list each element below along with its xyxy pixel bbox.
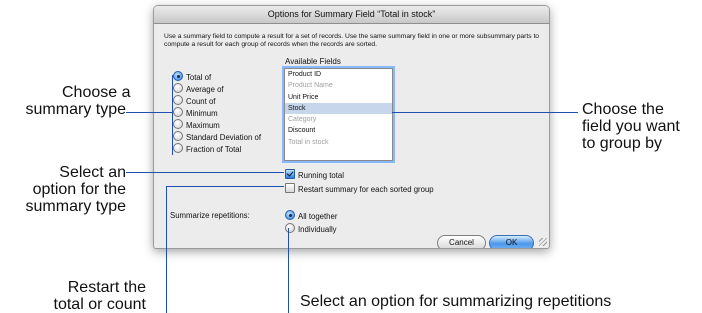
- field-total-in-stock: Total in stock: [288, 138, 329, 146]
- callout-line-2: option for the: [32, 181, 126, 198]
- radio-label: Average of: [186, 85, 224, 94]
- radio-label: Minimum: [186, 109, 218, 118]
- leader-repetitions: [288, 228, 289, 313]
- radio-icon: [173, 131, 183, 141]
- radio-label: Total of: [186, 73, 212, 82]
- field-stock[interactable]: Stock: [285, 102, 392, 115]
- radio-selected-icon: [173, 71, 183, 81]
- field-category: Category: [288, 116, 317, 124]
- leader-field: [392, 112, 578, 113]
- restart-summary-checkbox[interactable]: Restart summary for each sorted group: [285, 183, 434, 194]
- bracket-summary-type: [172, 75, 173, 155]
- summary-options-dialog: Options for Summary Field “Total in stoc…: [153, 5, 550, 249]
- radio-label: Individually: [298, 225, 337, 234]
- callout-line-1: Restart the: [67, 279, 146, 296]
- radio-icon: [173, 107, 183, 117]
- dialog-title: Options for Summary Field “Total in stoc…: [154, 6, 549, 24]
- leader-summary-type: [126, 112, 172, 113]
- leader-option: [126, 172, 284, 173]
- callout-line-2: summary type: [25, 101, 126, 118]
- radio-label: Fraction of Total: [186, 145, 242, 154]
- callout-line-1: Choose a: [62, 84, 131, 101]
- callout-repetitions: Select an option for summarizing repetit…: [300, 293, 612, 310]
- leader-restart-vertical: [166, 186, 167, 313]
- checkbox-label: Restart summary for each sorted group: [298, 185, 434, 194]
- ok-button[interactable]: OK: [489, 235, 534, 248]
- checkbox-checked-icon: [285, 169, 295, 179]
- leader-restart-horizontal: [166, 186, 284, 187]
- radio-icon: [173, 143, 183, 153]
- summarize-repetitions-label: Summarize repetitions:: [170, 211, 250, 220]
- field-discount[interactable]: Discount: [285, 125, 392, 136]
- radio-icon: [173, 119, 183, 129]
- field-product-id[interactable]: Product ID: [285, 69, 392, 80]
- field-unit-price[interactable]: Unit Price: [285, 92, 392, 103]
- dialog-description: Use a summary field to compute a result …: [164, 33, 540, 48]
- radio-icon: [173, 83, 183, 93]
- callout-restart: Restart the total or count: [20, 279, 147, 313]
- radio-total-of[interactable]: Total of: [173, 71, 211, 82]
- callout-line-2: total or count: [53, 296, 147, 313]
- checkbox-label: Running total: [298, 171, 344, 180]
- field-product-name: Product Name: [288, 82, 333, 90]
- radio-icon: [285, 223, 295, 233]
- radio-all-together[interactable]: All together: [285, 210, 337, 221]
- callout-summary-type-2: summary type: [14, 101, 126, 118]
- radio-standard-deviation[interactable]: Standard Deviation of: [173, 131, 261, 142]
- checkbox-icon: [285, 183, 295, 193]
- available-fields-label: Available Fields: [285, 57, 341, 66]
- callout-summary-type: Choose a: [62, 84, 131, 101]
- radio-minimum[interactable]: Minimum: [173, 107, 218, 118]
- radio-label: All together: [298, 212, 338, 221]
- radio-average-of[interactable]: Average of: [173, 83, 224, 94]
- resize-grip-icon[interactable]: [539, 238, 547, 246]
- callout-field: Choose the field you want to group by: [582, 101, 680, 152]
- radio-label: Maximum: [186, 121, 220, 130]
- callout-line-1: Choose the: [582, 101, 664, 118]
- radio-label: Standard Deviation of: [186, 133, 261, 142]
- radio-icon: [173, 95, 183, 105]
- callout-line-3: summary type: [25, 198, 126, 215]
- radio-count-of[interactable]: Count of: [173, 95, 215, 106]
- callout-option: Select an option for the summary type: [10, 164, 126, 215]
- radio-fraction-of-total[interactable]: Fraction of Total: [173, 143, 241, 154]
- radio-maximum[interactable]: Maximum: [173, 119, 220, 130]
- radio-individually[interactable]: Individually: [285, 223, 337, 234]
- callout-line-3: to group by: [582, 135, 663, 152]
- radio-selected-icon: [285, 210, 295, 220]
- callout-line-2: field you want: [582, 118, 680, 135]
- available-fields-list[interactable]: Product ID Product Name Unit Price Stock…: [284, 68, 393, 161]
- callout-line-1: Select an: [59, 164, 126, 181]
- radio-label: Count of: [186, 97, 216, 106]
- cancel-button[interactable]: Cancel: [437, 235, 486, 248]
- running-total-checkbox[interactable]: Running total: [285, 169, 344, 180]
